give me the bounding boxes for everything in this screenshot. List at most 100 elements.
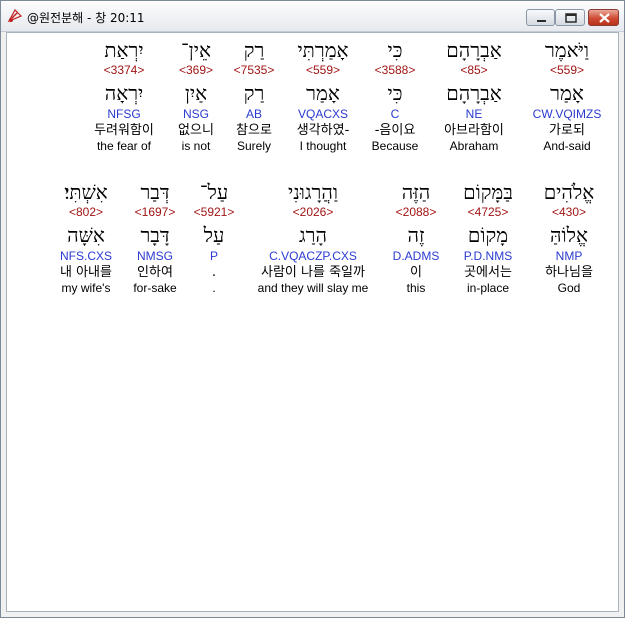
hebrew-word: וַהֲרָגוּנִי [288,180,338,204]
word-block[interactable]: דְּבַר <1697> דָּבָר NMSG 인하여 for-sake [125,179,185,296]
window-title: @원전분해 - 창 20:11 [27,11,145,25]
hebrew-word: רַק [243,38,265,62]
parsing-code: NFSG [107,107,141,121]
hebrew-word: בַּמָּקוֹם [463,180,513,204]
korean-gloss: . [211,265,217,280]
lemma: אָמַר [550,81,584,105]
korean-gloss: 아브라함이 [444,123,504,138]
lemma: עַל [203,223,225,247]
strong-number[interactable]: <559> [523,63,611,78]
app-window: @원전분해 - 창 20:11 וַיֹּאמֶר <559> אָמַר CW… [0,0,625,618]
minimize-button[interactable] [526,9,555,26]
english-gloss: this [406,281,426,295]
lemma: דָּבָר [140,223,170,247]
english-gloss: . [212,281,216,295]
parsing-code: NSG [182,107,209,121]
maximize-button[interactable] [555,9,585,26]
word-block[interactable]: יִרְאַת <3374> יִרְאָה NFSG 두려워함이 the fe… [79,37,169,154]
hebrew-word: אִשְׁתִּי׃ [64,180,108,204]
strong-number[interactable]: <1697> [125,205,185,220]
strong-number[interactable]: <7535> [227,63,281,78]
word-block[interactable]: אֵין־ <369> אַיִן NSG 없으니 is not [171,37,221,154]
strong-number[interactable]: <3374> [79,63,169,78]
strong-number[interactable]: <85> [433,63,515,78]
strong-number[interactable]: <4725> [449,205,527,220]
word-block[interactable]: וַהֲרָגוּנִי <2026> הָרַג C.VQACZP.CXS 사… [243,179,383,296]
lemma: אֱלוֹהַּ [550,223,588,247]
parsing-code: NE [465,107,483,121]
lemma: רַק [243,81,265,105]
lemma: אַבְרָהָם [446,81,502,105]
korean-gloss: 가로되 [549,123,585,138]
lemma: אַיִן [184,81,208,105]
english-gloss: for-sake [133,281,177,295]
word-block[interactable]: רַק <7535> רַק AB 참으로 Surely [227,37,281,154]
lemma: יִרְאָה [104,81,144,105]
strong-number[interactable]: <802> [49,205,123,220]
parsing-code: NMSG [137,249,173,263]
word-block[interactable]: אִשְׁתִּי׃ <802> אִשָּׁה NFS.CXS 내 아내를 m… [49,179,123,296]
interlinear-panel[interactable]: וַיֹּאמֶר <559> אָמַר CW.VQIMZS 가로되 And-… [6,32,619,612]
strong-number[interactable]: <5921> [187,205,241,220]
lemma: מָקוֹם [467,223,509,247]
korean-gloss: 곳에서는 [464,265,512,280]
parsing-code: NFS.CXS [59,249,112,263]
strong-number[interactable]: <559> [285,63,361,78]
hebrew-word: אֱלֹהִים [543,180,595,204]
word-block[interactable]: כִּי <3588> כִּי C -음이요 Because [363,37,427,154]
english-gloss: in-place [466,281,510,295]
english-gloss: is not [181,139,211,153]
word-block[interactable]: עַל־ <5921> עַל P . . [187,179,241,296]
word-block[interactable]: וַיֹּאמֶר <559> אָמַר CW.VQIMZS 가로되 And-… [523,37,611,173]
english-gloss: my wife's [61,281,111,295]
app-icon [7,8,23,24]
korean-gloss: -음이요 [374,123,416,138]
hebrew-word: אַבְרָהָם [446,38,502,62]
korean-gloss: 생각하였- [296,123,350,138]
parsing-code: D.ADMS [392,249,440,263]
parsing-code: P [209,249,218,263]
korean-gloss: 사람이 나를 죽일까 [261,265,365,280]
lemma: אָמַר [306,81,340,105]
close-icon [599,13,610,23]
hebrew-word: דְּבַר [140,180,170,204]
english-gloss: Abraham [449,139,499,153]
hebrew-word: וַיֹּאמֶר [544,38,590,62]
strong-number[interactable]: <369> [171,63,221,78]
english-gloss: and they will slay me [257,281,369,295]
word-block[interactable]: בַּמָּקוֹם <4725> מָקוֹם P.D.NMS 곳에서는 in… [449,179,527,296]
parsing-code: NMP [555,249,583,263]
english-gloss: Because [371,139,419,153]
hebrew-word: הַזֶּה [401,180,431,204]
strong-number[interactable]: <3588> [363,63,427,78]
word-block[interactable]: הַזֶּה <2088> זֶה D.ADMS 이 this [383,179,449,296]
korean-gloss: 두려워함이 [94,123,154,138]
english-gloss: God [557,281,581,295]
parsing-code: C [390,107,400,121]
korean-gloss: 없으니 [178,123,214,138]
english-gloss: And-said [543,139,591,153]
english-gloss: I thought [299,139,347,153]
strong-number[interactable]: <2026> [243,205,383,220]
parsing-code: VQACXS [297,107,348,121]
word-block[interactable]: אֱלֹהִים <430> אֱלוֹהַּ NMP 하나님을 God [529,179,609,296]
korean-gloss: 하나님을 [545,265,593,280]
close-button[interactable] [588,9,619,26]
strong-number[interactable]: <430> [529,205,609,220]
korean-gloss: 이 [410,265,422,280]
word-block[interactable]: אַבְרָהָם <85> אַבְרָהָם NE 아브라함이 Abraha… [433,37,515,154]
hebrew-word: כִּי [387,38,403,62]
lemma: כִּי [387,81,403,105]
korean-gloss: 내 아내를 [60,265,112,280]
hebrew-word: אֵין־ [181,38,211,62]
korean-gloss: 인하여 [137,265,173,280]
strong-number[interactable]: <2088> [383,205,449,220]
korean-gloss: 참으로 [236,123,272,138]
word-block[interactable]: אָמַרְתִּי <559> אָמַר VQACXS 생각하였- I th… [285,37,361,154]
minimize-icon [537,20,546,22]
lemma: הָרַג [299,223,327,247]
parsing-code: C.VQACZP.CXS [269,249,357,263]
lemma: זֶה [407,223,425,247]
parsing-code: AB [245,107,262,121]
title-bar[interactable]: @원전분해 - 창 20:11 [1,1,624,32]
